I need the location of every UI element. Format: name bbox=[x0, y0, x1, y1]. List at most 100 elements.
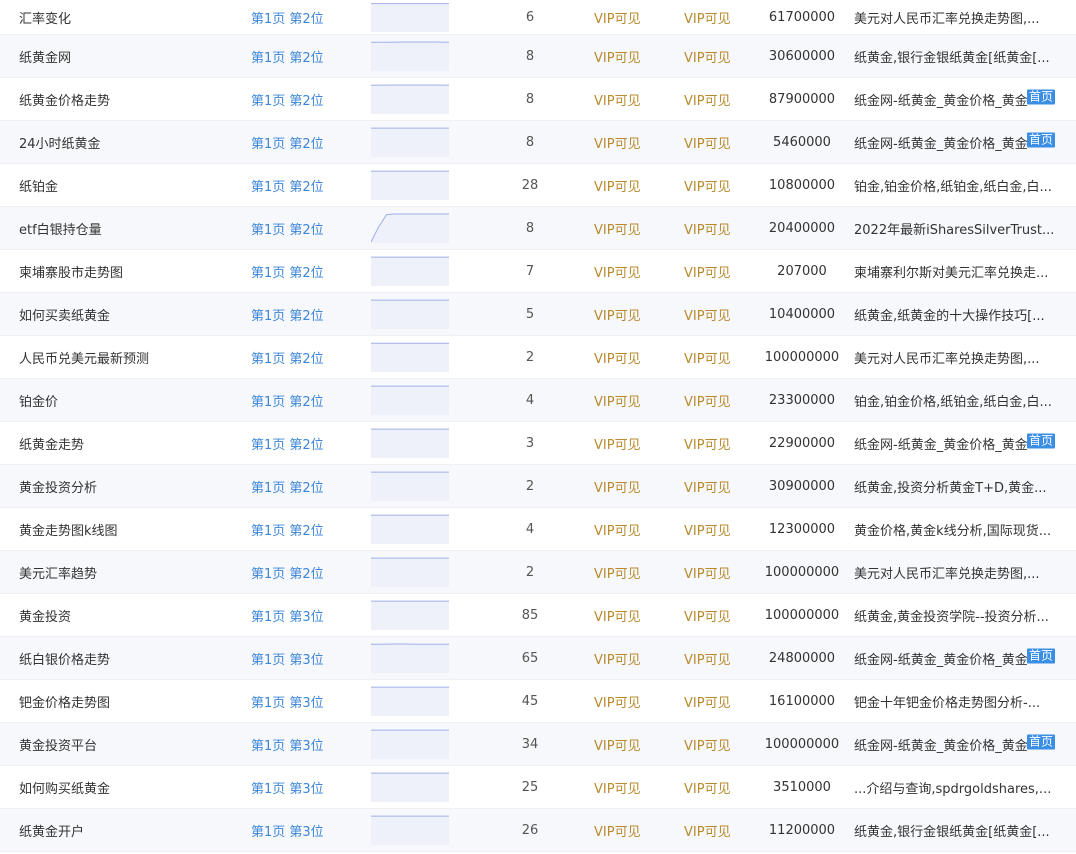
vip-cell: VIP可见 bbox=[684, 179, 731, 195]
vip-cell: VIP可见 bbox=[684, 351, 731, 367]
table-row: 铂金价 第1页 第2位 4 VIP可见 VIP可见 23300000 铂金,铂金价格,纸铂金… bbox=[0, 379, 1076, 422]
keyword-cell: 纸白银价格走势 bbox=[19, 652, 111, 668]
table-row: 黄金投资分析 第1页 第2位 2 VIP可见 VIP可见 30900000 纸黄金,投资分析… bbox=[0, 465, 1076, 508]
rank-link[interactable]: 第1页 第2位 bbox=[251, 121, 361, 163]
count-cell: 6 bbox=[525, 9, 535, 25]
sparkline-area bbox=[371, 558, 449, 587]
keyword-cell: 24小时纸黄金 bbox=[19, 136, 101, 152]
keyword-cell: 柬埔寨股市走势图 bbox=[19, 265, 124, 281]
page-title-text: 纸金网-纸黄金_黄金价格_黄金 bbox=[854, 738, 1028, 754]
count-cell: 85 bbox=[521, 607, 539, 623]
sparkline-chart bbox=[371, 170, 449, 200]
vip-cell: VIP可见 bbox=[684, 738, 731, 754]
rank-link[interactable]: 第1页 第2位 bbox=[251, 207, 361, 249]
trend-sparkline bbox=[371, 637, 449, 679]
rank-link[interactable]: 第1页 第2位 bbox=[251, 551, 361, 593]
vip-cell: VIP可见 bbox=[684, 695, 731, 711]
page-title-text: 纸黄金,银行金银纸黄金[纸黄金[... bbox=[854, 50, 1050, 66]
rank-link[interactable]: 第1页 第3位 bbox=[251, 766, 361, 808]
title-cell: 2022年最新iSharesSilverTrust... bbox=[854, 207, 1066, 249]
rank-link[interactable]: 第1页 第2位 bbox=[251, 465, 361, 507]
trend-sparkline bbox=[371, 250, 449, 292]
sparkline-area bbox=[371, 687, 449, 716]
results-cell: 23300000 bbox=[768, 392, 836, 408]
sparkline-chart bbox=[371, 84, 449, 114]
table-row: 黄金投资平台 第1页 第3位 34 VIP可见 VIP可见 100000000 纸金网-纸黄… bbox=[0, 723, 1076, 766]
sparkline-area bbox=[371, 42, 449, 71]
trend-sparkline bbox=[371, 336, 449, 378]
keyword-cell: 铂金价 bbox=[19, 394, 59, 410]
rank-link[interactable]: 第1页 第2位 bbox=[251, 78, 361, 120]
page-title-text: 黄金价格,黄金k线分析,国际现货... bbox=[854, 523, 1052, 539]
vip-cell: VIP可见 bbox=[684, 566, 731, 582]
table-row: 纸黄金走势 第1页 第2位 3 VIP可见 VIP可见 22900000 纸金网-纸黄金_黄… bbox=[0, 422, 1076, 465]
vip-cell: VIP可见 bbox=[594, 781, 641, 797]
rank-link[interactable]: 第1页 第2位 bbox=[251, 422, 361, 464]
trend-sparkline bbox=[371, 35, 449, 77]
vip-cell: VIP可见 bbox=[684, 93, 731, 109]
rank-link[interactable]: 第1页 第3位 bbox=[251, 594, 361, 636]
rank-link[interactable]: 第1页 第2位 bbox=[251, 35, 361, 77]
sparkline-area bbox=[371, 3, 449, 32]
vip-cell: VIP可见 bbox=[594, 437, 641, 453]
sparkline-area bbox=[371, 85, 449, 114]
trend-sparkline bbox=[371, 766, 449, 808]
sparkline-chart bbox=[371, 772, 449, 802]
sparkline-area bbox=[371, 773, 449, 802]
trend-sparkline bbox=[371, 293, 449, 335]
page-title-text: 纸黄金,投资分析黄金T+D,黄金... bbox=[854, 480, 1047, 496]
page-title-text: 钯金十年钯金价格走势图分析-... bbox=[854, 695, 1041, 711]
trend-sparkline bbox=[371, 379, 449, 421]
sparkline-area bbox=[371, 429, 449, 458]
sparkline-chart bbox=[371, 342, 449, 372]
table-row: etf白银持仓量 第1页 第2位 8 VIP可见 VIP可见 20400000 2022年最… bbox=[0, 207, 1076, 250]
rank-link[interactable]: 第1页 第2位 bbox=[251, 379, 361, 421]
rank-link[interactable]: 第1页 第3位 bbox=[251, 680, 361, 722]
sparkline-chart bbox=[371, 256, 449, 286]
rank-link[interactable]: 第1页 第2位 bbox=[251, 336, 361, 378]
count-cell: 8 bbox=[525, 134, 535, 150]
vip-cell: VIP可见 bbox=[684, 308, 731, 324]
results-cell: 100000000 bbox=[764, 607, 840, 623]
table-row: 纸白银价格走势 第1页 第3位 65 VIP可见 VIP可见 24800000 纸金网-纸黄… bbox=[0, 637, 1076, 680]
vip-cell: VIP可见 bbox=[684, 523, 731, 539]
trend-sparkline bbox=[371, 723, 449, 765]
page-title-text: 纸金网-纸黄金_黄金价格_黄金 bbox=[854, 136, 1028, 152]
results-cell: 100000000 bbox=[764, 564, 840, 580]
sparkline-area bbox=[371, 515, 449, 544]
vip-cell: VIP可见 bbox=[684, 609, 731, 625]
rank-link[interactable]: 第1页 第2位 bbox=[251, 164, 361, 206]
trend-sparkline bbox=[371, 508, 449, 550]
table-row: 汇率变化 第1页 第2位 6 VIP可见 VIP可见 61700000 美元对人民币汇率兑换… bbox=[0, 0, 1076, 35]
rank-link[interactable]: 第1页 第3位 bbox=[251, 637, 361, 679]
vip-cell: VIP可见 bbox=[594, 136, 641, 152]
rank-link[interactable]: 第1页 第2位 bbox=[251, 293, 361, 335]
keyword-cell: etf白银持仓量 bbox=[19, 222, 102, 238]
results-cell: 16100000 bbox=[768, 693, 836, 709]
rank-link[interactable]: 第1页 第2位 bbox=[251, 508, 361, 550]
title-cell: 美元对人民币汇率兑换走势图,... bbox=[854, 336, 1066, 378]
vip-cell: VIP可见 bbox=[684, 437, 731, 453]
title-cell: 黄金价格,黄金k线分析,国际现货... bbox=[854, 508, 1066, 550]
title-cell: 纸黄金,投资分析黄金T+D,黄金... bbox=[854, 465, 1066, 507]
count-cell: 4 bbox=[525, 521, 535, 537]
table-row: 纸黄金开户 第1页 第3位 26 VIP可见 VIP可见 11200000 纸黄金,银行金银… bbox=[0, 809, 1076, 852]
title-cell: 纸黄金,黄金投资学院--投资分析... bbox=[854, 594, 1066, 636]
page-title-text: 纸黄金,黄金投资学院--投资分析... bbox=[854, 609, 1049, 625]
rank-link[interactable]: 第1页 第3位 bbox=[251, 809, 361, 851]
sparkline-chart bbox=[371, 557, 449, 587]
count-cell: 7 bbox=[525, 263, 535, 279]
trend-sparkline bbox=[371, 680, 449, 722]
rank-link[interactable]: 第1页 第3位 bbox=[251, 723, 361, 765]
trend-sparkline bbox=[371, 809, 449, 851]
vip-cell: VIP可见 bbox=[684, 50, 731, 66]
rank-link[interactable]: 第1页 第2位 bbox=[251, 250, 361, 292]
page-title-text: 纸金网-纸黄金_黄金价格_黄金 bbox=[854, 93, 1028, 109]
title-cell: 美元对人民币汇率兑换走势图,... bbox=[854, 551, 1066, 593]
page-title-text: 纸黄金,银行金银纸黄金[纸黄金[... bbox=[854, 824, 1050, 840]
page-title-text: 铂金,铂金价格,纸铂金,纸白金,白... bbox=[854, 394, 1052, 410]
table-row: 钯金价格走势图 第1页 第3位 45 VIP可见 VIP可见 16100000 钯金十年钯金… bbox=[0, 680, 1076, 723]
results-cell: 24800000 bbox=[768, 650, 836, 666]
count-cell: 2 bbox=[525, 478, 535, 494]
rank-link[interactable]: 第1页 第2位 bbox=[251, 0, 361, 34]
